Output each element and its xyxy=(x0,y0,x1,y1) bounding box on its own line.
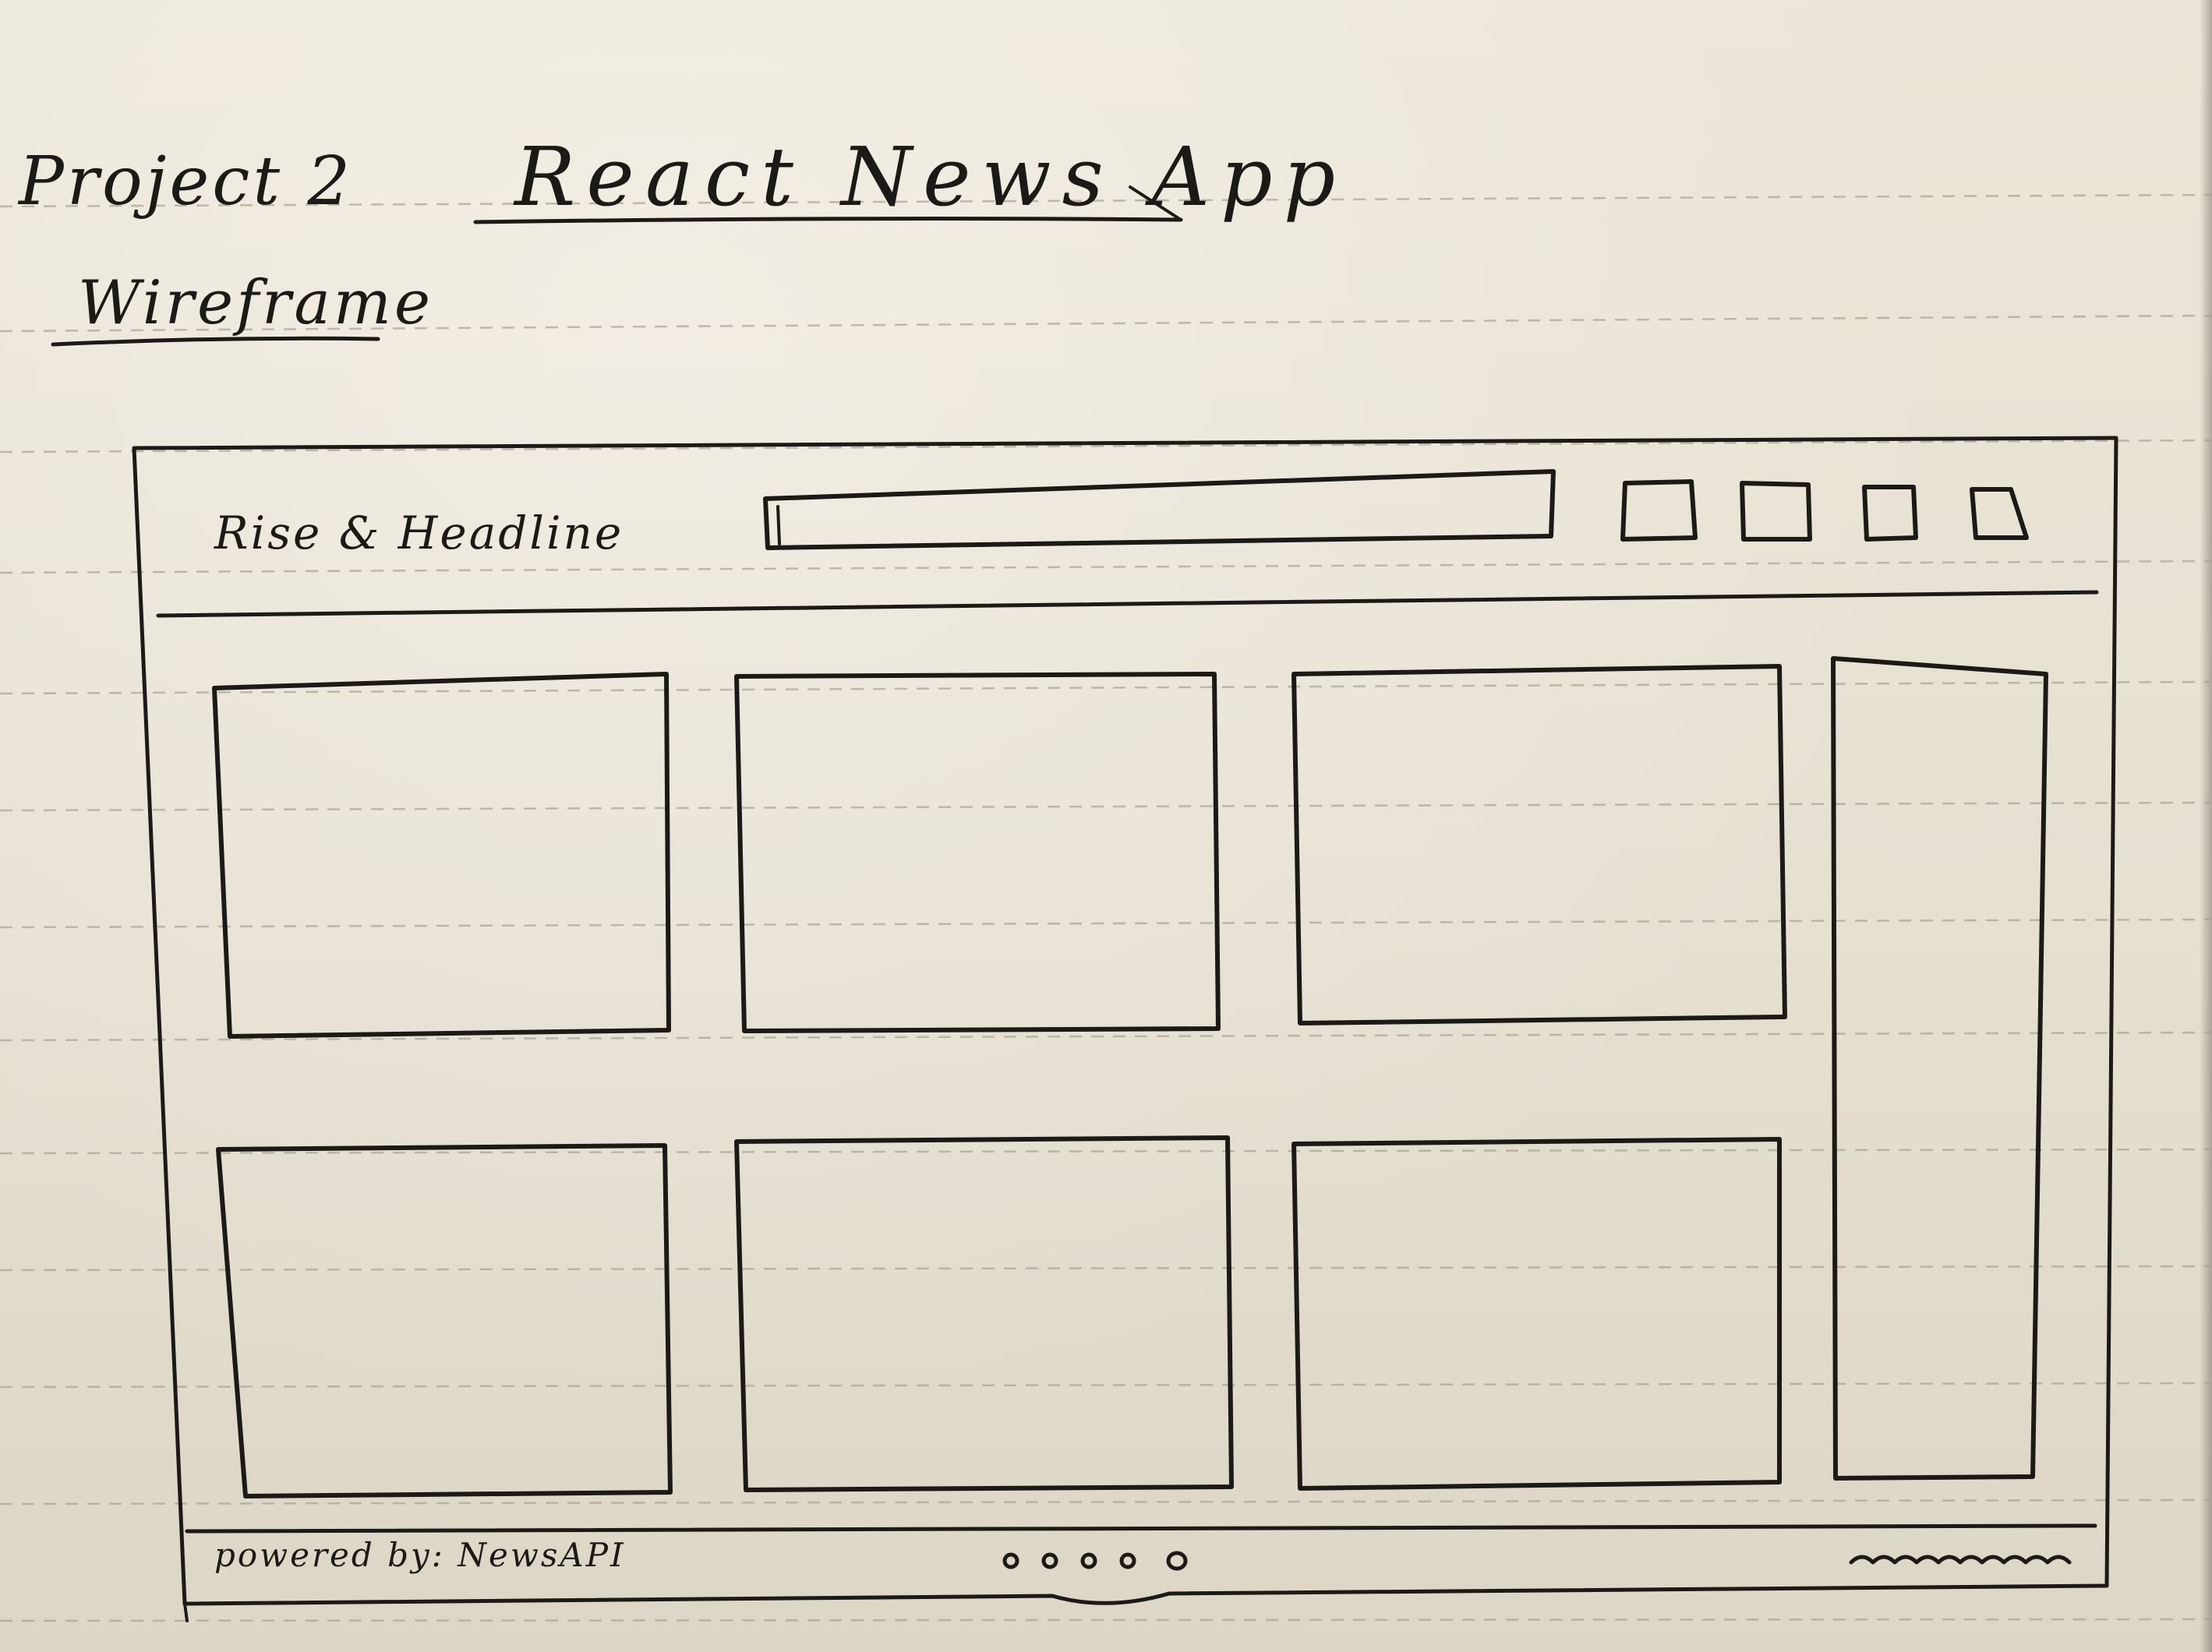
search-bar-inner-edge xyxy=(776,505,781,545)
title-underline xyxy=(473,217,1183,224)
pagination-dot-1[interactable] xyxy=(1002,1552,1019,1569)
article-card-5[interactable] xyxy=(734,1135,1234,1492)
footer-credit[interactable]: powered by: NewsAPI xyxy=(214,1539,626,1572)
pagination-dot-4[interactable] xyxy=(1119,1552,1136,1569)
pagination-dot-2[interactable] xyxy=(1041,1552,1058,1569)
frame-left-edge xyxy=(132,446,187,1606)
wireframe-sketch xyxy=(51,185,2118,1622)
frame-right-edge xyxy=(2104,436,2118,1588)
pagination-dots[interactable] xyxy=(1002,1551,1188,1571)
doc-type-underline xyxy=(51,336,380,347)
frame-bottom-edge xyxy=(182,1583,2109,1606)
title-underline-tick xyxy=(1129,185,1182,221)
header-divider xyxy=(156,590,2099,618)
frame-corner-mark xyxy=(183,1602,189,1622)
article-card-2[interactable] xyxy=(734,672,1221,1033)
nav-button-4-icon[interactable] xyxy=(1970,487,2029,540)
nav-button-3-icon[interactable] xyxy=(1862,485,1918,542)
nav-button-1-icon[interactable] xyxy=(1620,479,1698,542)
nav-button-2-icon[interactable] xyxy=(1740,481,1812,542)
article-card-1[interactable] xyxy=(212,672,671,1039)
article-card-4[interactable] xyxy=(216,1143,673,1498)
article-card-3[interactable] xyxy=(1292,664,1787,1025)
pagination-dot-3[interactable] xyxy=(1080,1552,1097,1569)
pagination-dot-5[interactable] xyxy=(1166,1551,1188,1571)
article-card-6[interactable] xyxy=(1292,1137,1782,1491)
footer-divider xyxy=(185,1523,2097,1534)
frame-top-edge xyxy=(132,436,2118,450)
footer-scribble xyxy=(1849,1555,2072,1565)
sidebar-panel[interactable] xyxy=(1831,656,2048,1481)
brand-name: Rise & Headline xyxy=(214,507,624,559)
search-bar[interactable] xyxy=(763,469,1556,550)
